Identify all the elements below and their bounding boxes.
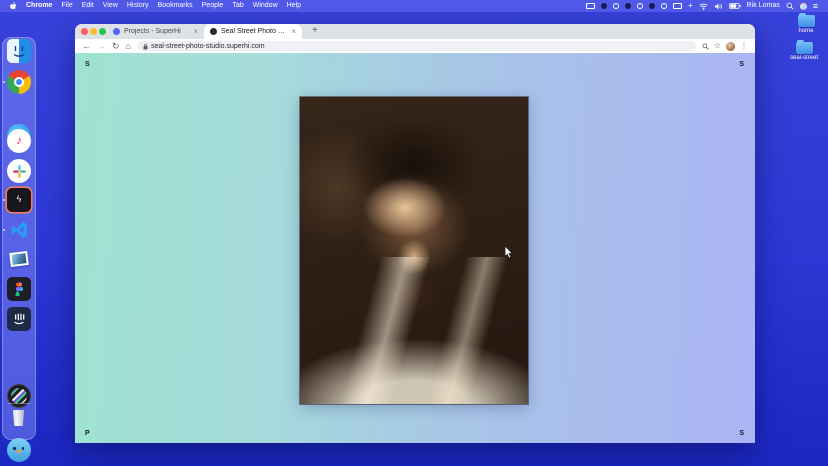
desktop-folder-home[interactable]: home [786, 15, 826, 35]
tab-close-icon[interactable]: × [193, 24, 198, 39]
bird-eye-icon [13, 447, 16, 450]
intercom-app-icon[interactable] [7, 307, 31, 331]
apple-menu[interactable] [10, 2, 17, 11]
tab-projects-superhi[interactable]: Projects - SuperHi × [107, 24, 204, 39]
corner-letter-bottom-left: P [85, 430, 90, 437]
superhi-favicon [113, 28, 120, 35]
bird-beak-icon [17, 450, 22, 454]
trash-icon[interactable] [12, 410, 25, 426]
desktop-folder-seal-street[interactable]: seal-street [784, 42, 824, 62]
menu-bar: Chrome File Edit View History Bookmarks … [0, 0, 828, 12]
menu-item-file[interactable]: File [61, 0, 72, 12]
menubar-app-icon-1[interactable] [601, 3, 607, 9]
corner-letter-bottom-right: S [739, 430, 744, 437]
menu-item-edit[interactable]: Edit [82, 0, 94, 12]
mail-app-icon[interactable] [7, 247, 31, 271]
profile-avatar[interactable] [726, 42, 735, 51]
menu-item-bookmarks[interactable]: Bookmarks [158, 0, 193, 12]
back-button[interactable]: ← [82, 39, 91, 53]
menubar-app-icon-3[interactable] [625, 3, 631, 9]
folder-label: home [786, 28, 826, 35]
seal-street-favicon [210, 28, 217, 35]
dock: ⋯ ♪ ϟ [2, 37, 36, 440]
menu-item-tab[interactable]: Tab [232, 0, 243, 12]
forward-button[interactable]: → [97, 39, 106, 53]
stamp-icon [9, 251, 29, 267]
folder-label: seal-street [784, 55, 824, 62]
page-content: S S P S [75, 53, 755, 443]
address-bar[interactable]: seal-street-photo-studio.superhi.com [137, 41, 696, 51]
window-close-button[interactable] [81, 28, 88, 35]
notification-center-icon[interactable]: ≡ [813, 2, 818, 10]
finder-face-icon [7, 39, 31, 63]
film-reel-app-icon[interactable] [7, 384, 31, 408]
menubar-app-icon-4[interactable] [637, 3, 643, 9]
folder-icon [798, 15, 815, 27]
menu-item-people[interactable]: People [202, 0, 224, 12]
menubar-app-icon-6[interactable] [661, 3, 667, 9]
menu-item-view[interactable]: View [103, 0, 118, 12]
slack-app-icon[interactable] [7, 159, 31, 183]
portrait-photo [300, 97, 528, 404]
plus-icon[interactable]: + [688, 2, 693, 10]
wifi-icon[interactable] [699, 3, 708, 10]
menu-item-chrome[interactable]: Chrome [26, 0, 52, 12]
figma-logo-icon [14, 282, 24, 296]
finder-app-icon[interactable] [7, 39, 31, 63]
bird-eye-icon [22, 447, 25, 450]
home-button[interactable]: ⌂ [126, 39, 131, 53]
monitor-icon[interactable] [673, 3, 682, 9]
dock-divider [8, 403, 30, 404]
intercom-logo-icon [11, 311, 27, 327]
corner-letter-top-left: S [85, 61, 90, 68]
display-capture-icon[interactable] [586, 3, 595, 9]
music-note-icon: ♪ [16, 133, 22, 147]
browser-window: Projects - SuperHi × Seal Street Photo S… [75, 24, 755, 443]
search-icon[interactable] [702, 43, 709, 50]
overflow-menu-icon[interactable]: ⋮ [740, 39, 748, 53]
tab-strip: Projects - SuperHi × Seal Street Photo S… [75, 24, 755, 39]
toolbar-right-icons: ☆ ⋮ [702, 39, 748, 53]
siri-icon[interactable] [800, 3, 807, 10]
corner-letter-top-right: S [739, 61, 744, 68]
menu-bar-status-area: + Rik Lomas ≡ [586, 0, 818, 12]
chrome-app-icon[interactable] [7, 70, 31, 94]
terminal-app-icon[interactable]: ϟ [7, 188, 31, 212]
apple-icon [10, 2, 17, 11]
menubar-app-icon-5[interactable] [649, 3, 655, 9]
bookmark-star-icon[interactable]: ☆ [714, 39, 721, 53]
mouse-cursor [504, 245, 514, 259]
vscode-app-icon[interactable] [7, 218, 31, 242]
slack-logo-icon [11, 163, 28, 180]
spotlight-search-icon[interactable] [786, 2, 794, 10]
battery-icon[interactable] [729, 3, 741, 9]
window-minimize-button[interactable] [90, 28, 97, 35]
lock-icon [143, 43, 148, 50]
url-text: seal-street-photo-studio.superhi.com [151, 43, 265, 50]
tab-title: Seal Street Photo Studio [221, 28, 287, 35]
music-app-icon[interactable]: ♪ [7, 129, 31, 153]
menubar-username[interactable]: Rik Lomas [747, 0, 780, 12]
browser-toolbar: ← → ↻ ⌂ seal-street-photo-studio.superhi… [75, 39, 755, 53]
menu-item-help[interactable]: Help [287, 0, 301, 12]
window-zoom-button[interactable] [99, 28, 106, 35]
menu-item-history[interactable]: History [127, 0, 149, 12]
new-tab-button[interactable]: + [308, 24, 322, 39]
tab-title: Projects - SuperHi [124, 28, 189, 35]
folder-icon [796, 42, 813, 54]
terminal-prompt-glyph: ϟ [17, 194, 22, 204]
tab-seal-street-photo-studio[interactable]: Seal Street Photo Studio × [204, 24, 302, 39]
vscode-logo-icon [9, 220, 29, 240]
reload-button[interactable]: ↻ [112, 39, 120, 53]
menu-item-window[interactable]: Window [253, 0, 278, 12]
tab-close-icon[interactable]: × [291, 24, 296, 39]
figma-app-icon[interactable] [7, 277, 31, 301]
volume-icon[interactable] [714, 3, 723, 10]
menubar-app-icon-2[interactable] [613, 3, 619, 9]
twitterrific-app-icon[interactable] [7, 438, 31, 462]
